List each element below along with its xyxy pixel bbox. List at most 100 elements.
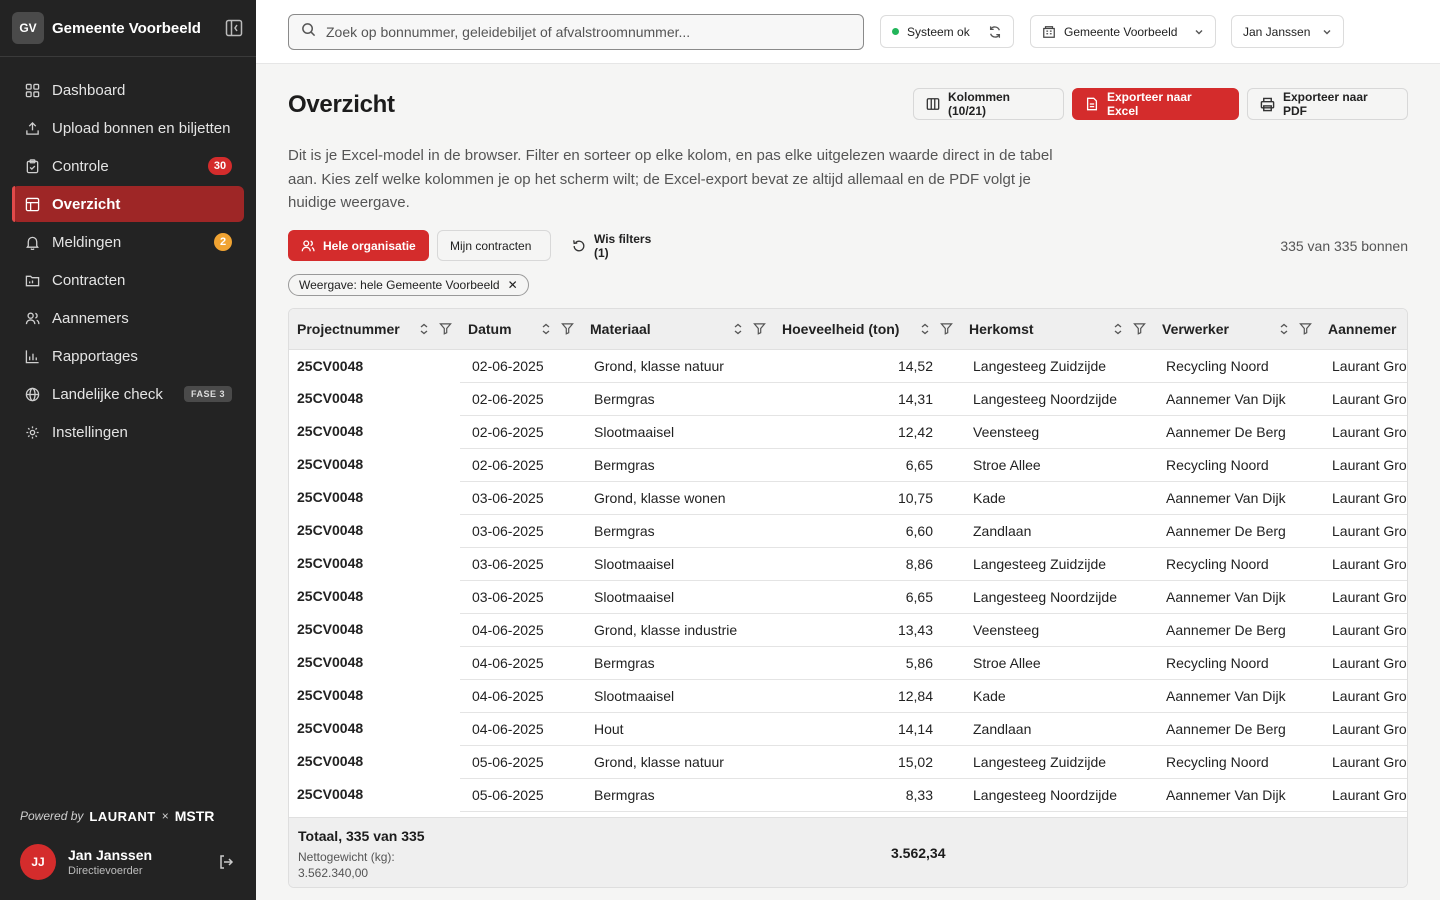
table-cell[interactable]: 25CV0048: [289, 349, 460, 382]
table-cell[interactable]: 04-06-2025: [460, 712, 582, 746]
table-cell[interactable]: 14,31: [774, 382, 961, 416]
org-select[interactable]: Gemeente Voorbeeld: [1030, 15, 1216, 48]
table-cell[interactable]: 25CV0048: [289, 712, 460, 745]
table-row[interactable]: 25CV0048 03-06-2025 Slootmaaisel 6,65 Langes…: [289, 580, 1407, 614]
sidebar-item-overzicht[interactable]: Overzicht: [12, 186, 244, 222]
sidebar-item-controle[interactable]: Controle 30: [12, 148, 244, 184]
filter-icon[interactable]: [561, 322, 574, 335]
table-cell[interactable]: 14,52: [774, 349, 961, 383]
table-cell[interactable]: 5,86: [774, 646, 961, 680]
table-cell[interactable]: Laurant Groep: [1320, 580, 1407, 614]
table-cell[interactable]: Aannemer Van Dijk: [1154, 679, 1320, 713]
table-cell[interactable]: 25CV0048: [289, 514, 460, 547]
table-row[interactable]: 25CV0048 02-06-2025 Bermgras 6,65 Stroe Alle…: [289, 448, 1407, 482]
table-row[interactable]: 25CV0048 02-06-2025 Grond, klasse natuur 14…: [289, 349, 1407, 383]
table-row[interactable]: 25CV0048 03-06-2025 Grond, klasse wonen 10,…: [289, 481, 1407, 515]
table-cell[interactable]: 02-06-2025: [460, 415, 582, 449]
table-cell[interactable]: Aannemer Van Dijk: [1154, 481, 1320, 515]
table-cell[interactable]: Slootmaaisel: [582, 415, 774, 449]
table-cell[interactable]: Bermgras: [582, 448, 774, 482]
table-cell[interactable]: 10,75: [774, 481, 961, 515]
sidebar-item-landelijke-check[interactable]: Landelijke check FASE 3: [12, 376, 244, 412]
sidebar-item-aannemers[interactable]: Aannemers: [12, 300, 244, 336]
column-header[interactable]: Aannemer: [1320, 309, 1407, 350]
export-pdf-button[interactable]: Exporteer naar PDF: [1247, 88, 1408, 120]
table-cell[interactable]: 04-06-2025: [460, 679, 582, 713]
table-cell[interactable]: Langesteeg Noordzijde: [961, 382, 1154, 416]
filter-icon[interactable]: [1299, 322, 1312, 335]
table-cell[interactable]: Recycling Noord: [1154, 448, 1320, 482]
table-cell[interactable]: Recycling Noord: [1154, 745, 1320, 779]
table-cell[interactable]: 25CV0048: [289, 646, 460, 679]
column-header[interactable]: Projectnummer: [289, 309, 460, 350]
table-cell[interactable]: Laurant Groep: [1320, 415, 1407, 449]
table-cell[interactable]: Langesteeg Noordzijde: [961, 778, 1154, 812]
table-cell[interactable]: Slootmaaisel: [582, 679, 774, 713]
table-row[interactable]: 25CV0048 04-06-2025 Grond, klasse industri…: [289, 613, 1407, 647]
table-cell[interactable]: Grond, klasse industrie: [582, 613, 774, 647]
sort-icon[interactable]: [1279, 323, 1289, 335]
filter-icon[interactable]: [1133, 322, 1146, 335]
table-cell[interactable]: Grond, klasse natuur: [582, 745, 774, 779]
table-row[interactable]: 25CV0048 04-06-2025 Slootmaaisel 12,84 Kade A…: [289, 679, 1407, 713]
table-cell[interactable]: Kade: [961, 481, 1154, 515]
sidebar-collapse-icon[interactable]: [224, 18, 244, 38]
table-row[interactable]: 25CV0048 04-06-2025 Bermgras 5,86 Stroe Alle…: [289, 646, 1407, 680]
table-cell[interactable]: Aannemer De Berg: [1154, 712, 1320, 746]
table-row[interactable]: 25CV0048 02-06-2025 Slootmaaisel 12,42 Veens…: [289, 415, 1407, 449]
table-cell[interactable]: Aannemer De Berg: [1154, 415, 1320, 449]
table-cell[interactable]: 25CV0048: [289, 448, 460, 481]
table-cell[interactable]: 25CV0048: [289, 580, 460, 613]
table-cell[interactable]: 05-06-2025: [460, 778, 582, 812]
close-icon[interactable]: ✕: [508, 278, 518, 292]
column-header[interactable]: Verwerker: [1154, 309, 1320, 350]
table-cell[interactable]: Langesteeg Noordzijde: [961, 580, 1154, 614]
sidebar-item-instellingen[interactable]: Instellingen: [12, 414, 244, 450]
table-cell[interactable]: Aannemer Van Dijk: [1154, 580, 1320, 614]
table-cell[interactable]: Aannemer Van Dijk: [1154, 778, 1320, 812]
table-cell[interactable]: Veensteeg: [961, 415, 1154, 449]
table-cell[interactable]: 12,84: [774, 679, 961, 713]
table-cell[interactable]: 05-06-2025: [460, 745, 582, 779]
filter-icon[interactable]: [439, 322, 452, 335]
table-cell[interactable]: Aannemer Van Dijk: [1154, 382, 1320, 416]
user-select[interactable]: Jan Janssen: [1231, 15, 1344, 48]
table-cell[interactable]: Slootmaaisel: [582, 580, 774, 614]
table-cell[interactable]: Laurant Groep: [1320, 712, 1407, 746]
sort-icon[interactable]: [419, 323, 429, 335]
filter-all-button[interactable]: Hele organisatie: [288, 230, 429, 261]
table-cell[interactable]: Laurant Groep: [1320, 778, 1407, 812]
filter-icon[interactable]: [940, 322, 953, 335]
table-cell[interactable]: 03-06-2025: [460, 481, 582, 515]
table-row[interactable]: 25CV0048 03-06-2025 Bermgras 6,60 Zandlaan Aa…: [289, 514, 1407, 548]
table-cell[interactable]: Aannemer De Berg: [1154, 613, 1320, 647]
sort-icon[interactable]: [1113, 323, 1123, 335]
table-cell[interactable]: Laurant Groep: [1320, 679, 1407, 713]
sort-icon[interactable]: [733, 323, 743, 335]
export-excel-button[interactable]: Exporteer naar Excel: [1072, 88, 1239, 120]
sidebar-item-dashboard[interactable]: Dashboard: [12, 72, 244, 108]
avatar[interactable]: JJ: [20, 844, 56, 880]
table-cell[interactable]: 02-06-2025: [460, 382, 582, 416]
table-cell[interactable]: Veensteeg: [961, 613, 1154, 647]
table-cell[interactable]: Aannemer De Berg: [1154, 514, 1320, 548]
table-cell[interactable]: Zandlaan: [961, 712, 1154, 746]
column-header[interactable]: Datum: [460, 309, 582, 350]
table-cell[interactable]: Laurant Groep: [1320, 514, 1407, 548]
table-cell[interactable]: Grond, klasse wonen: [582, 481, 774, 515]
table-cell[interactable]: 04-06-2025: [460, 646, 582, 680]
table-cell[interactable]: Laurant Groep: [1320, 382, 1407, 416]
table-cell[interactable]: 03-06-2025: [460, 547, 582, 581]
table-cell[interactable]: Bermgras: [582, 514, 774, 548]
table-cell[interactable]: Recycling Noord: [1154, 547, 1320, 581]
table-cell[interactable]: 02-06-2025: [460, 349, 582, 383]
column-header[interactable]: Materiaal: [582, 309, 774, 350]
column-header[interactable]: Herkomst: [961, 309, 1154, 350]
table-cell[interactable]: 6,65: [774, 448, 961, 482]
table-cell[interactable]: 03-06-2025: [460, 580, 582, 614]
table-cell[interactable]: Recycling Noord: [1154, 646, 1320, 680]
table-cell[interactable]: 25CV0048: [289, 778, 460, 811]
table-cell[interactable]: Grond, klasse natuur: [582, 349, 774, 383]
table-cell[interactable]: Hout: [582, 712, 774, 746]
logout-icon[interactable]: [216, 852, 236, 872]
